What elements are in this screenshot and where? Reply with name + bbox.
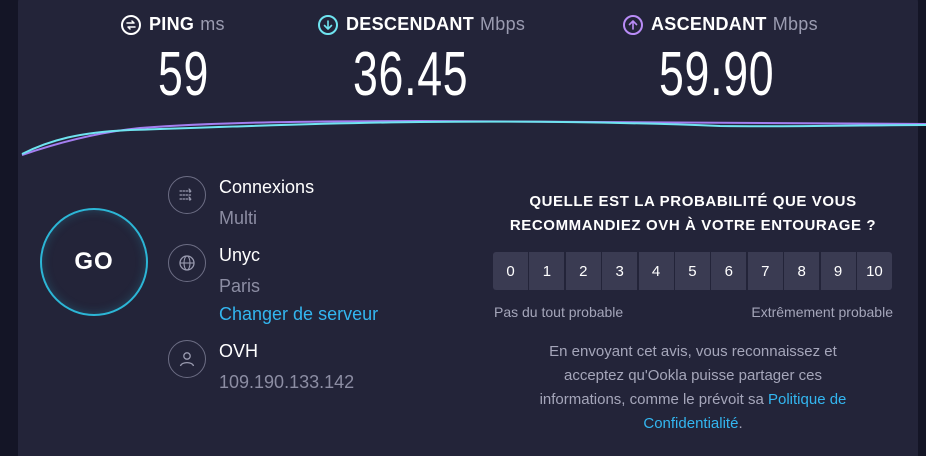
ping-metric: PING ms 59 (121, 14, 225, 106)
server-info: Unyc Paris Changer de serveur (168, 244, 378, 325)
ping-icon (121, 14, 141, 35)
ping-value: 59 (158, 40, 210, 109)
nps-scale: 0 1 2 3 4 5 6 7 8 9 10 (493, 252, 892, 290)
consent-text: En envoyant cet avis, vous reconnaissez … (498, 340, 888, 436)
upload-metric: ASCENDANT Mbps 59.90 (623, 14, 818, 106)
ping-unit: ms (200, 14, 225, 34)
connections-mode[interactable]: Multi (219, 207, 314, 229)
consent-line-3: informations, comme le prévoit sa (539, 391, 768, 408)
scale-low-label: Pas du tout probable (494, 304, 624, 320)
download-label: DESCENDANT (346, 14, 475, 34)
nps-score-button-5[interactable]: 5 (674, 252, 710, 290)
isp-ip-address: 109.190.133.142 (219, 372, 355, 392)
nps-score-button-4[interactable]: 4 (638, 252, 674, 290)
connections-label: Connexions (219, 177, 315, 197)
upload-arrow-icon (623, 14, 643, 35)
nps-score-button-3[interactable]: 3 (602, 252, 638, 290)
download-header: DESCENDANT Mbps (318, 14, 525, 35)
change-server-link[interactable]: Changer de serveur (219, 303, 378, 325)
globe-icon (168, 244, 206, 282)
nps-score-button-10[interactable]: 10 (856, 252, 892, 290)
go-button[interactable]: GO (40, 208, 148, 316)
upload-unit: Mbps (772, 14, 818, 34)
survey-question-line-2: RECOMMANDIEZ OVH À VOTRE ENTOURAGE ? (509, 217, 877, 234)
consent-line-2: acceptez qu'Ookla puisse partager ces (563, 367, 822, 384)
upload-value: 59.90 (659, 40, 775, 109)
upload-label: ASCENDANT (651, 14, 767, 34)
download-unit: Mbps (480, 14, 526, 34)
download-value: 36.45 (353, 40, 469, 109)
connections-info: Connexions Multi (168, 176, 314, 229)
ping-label: PING (149, 14, 195, 34)
nps-score-button-7[interactable]: 7 (747, 252, 783, 290)
survey-question-line-1: QUELLE EST LA PROBABILITÉ QUE VOUS (529, 193, 857, 210)
ping-header: PING ms (121, 14, 225, 35)
nps-score-button-1[interactable]: 1 (529, 252, 565, 290)
server-name: Unyc (219, 245, 261, 265)
isp-name: OVH (219, 341, 259, 361)
user-icon (168, 340, 206, 378)
privacy-policy-link-part-1[interactable]: Politique de (768, 391, 846, 408)
isp-info: OVH 109.190.133.142 (168, 340, 354, 393)
nps-score-button-0[interactable]: 0 (493, 252, 528, 290)
consent-suffix: . (738, 415, 743, 432)
privacy-policy-link-part-2[interactable]: Confidentialité (643, 415, 738, 432)
consent-line-1: En envoyant cet avis, vous reconnaissez … (549, 343, 837, 360)
connections-icon (168, 176, 206, 214)
server-location: Paris (219, 276, 261, 296)
download-arrow-icon (318, 14, 338, 35)
scale-high-label: Extrêmement probable (751, 304, 893, 320)
survey-question: QUELLE EST LA PROBABILITÉ QUE VOUS RECOM… (493, 190, 893, 238)
speed-graph (21, 119, 926, 156)
nps-score-button-2[interactable]: 2 (565, 252, 601, 290)
upload-header: ASCENDANT Mbps (623, 14, 818, 35)
nps-score-button-9[interactable]: 9 (820, 252, 856, 290)
nps-score-button-8[interactable]: 8 (784, 252, 820, 290)
download-metric: DESCENDANT Mbps 36.45 (318, 14, 525, 106)
nps-score-button-6[interactable]: 6 (711, 252, 747, 290)
